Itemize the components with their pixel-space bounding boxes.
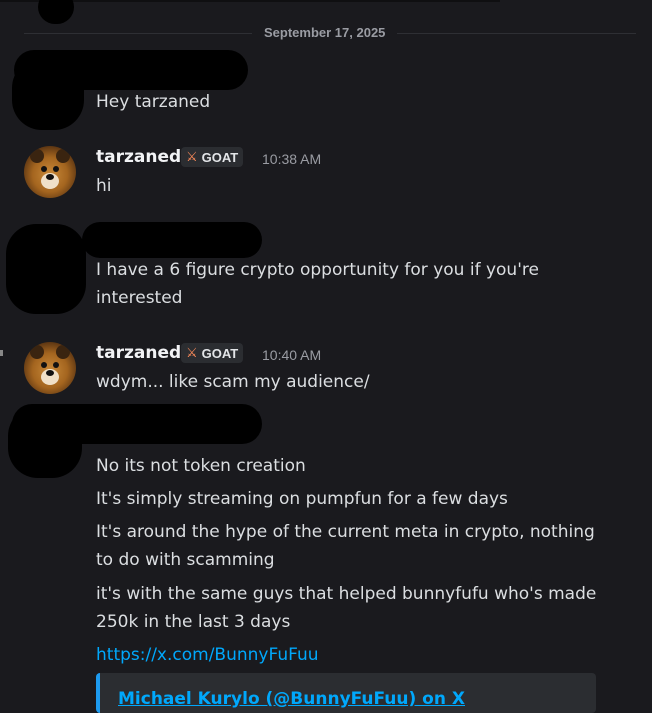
embed-title[interactable]: Michael Kurylo (@BunnyFuFuu) on X <box>118 689 465 709</box>
redacted-area <box>38 0 74 24</box>
avatar[interactable] <box>24 342 76 394</box>
message-text: 250k in the last 3 days <box>96 612 291 632</box>
redacted-area <box>12 58 84 130</box>
avatar-ear <box>30 345 44 359</box>
message-text: it's with the same guys that helped bunn… <box>96 584 597 604</box>
message-link[interactable]: https://x.com/BunnyFuFuu <box>96 645 319 665</box>
badge-label: GOAT <box>201 149 239 165</box>
message-text: to do with scamming <box>96 550 275 570</box>
avatar-ear <box>30 149 44 163</box>
role-badge[interactable]: ⚔ GOAT <box>181 343 244 363</box>
link-embed[interactable]: Michael Kurylo (@BunnyFuFuu) on X <box>96 673 596 713</box>
sword-icon: ⚔ <box>186 149 198 165</box>
author-name[interactable]: tarzaned <box>96 343 181 363</box>
avatar-nose <box>46 370 54 376</box>
avatar-eye <box>41 362 47 368</box>
avatar-ear <box>56 149 70 163</box>
message-text: It's around the hype of the current meta… <box>96 522 595 542</box>
avatar-eye <box>41 166 47 172</box>
avatar-eye <box>53 362 59 368</box>
message-text: It's simply streaming on pumpfun for a f… <box>96 489 508 509</box>
sword-icon: ⚔ <box>186 345 198 361</box>
message-text: No its not token creation <box>96 456 306 476</box>
unread-marker <box>0 350 3 356</box>
redacted-area <box>82 222 262 258</box>
message-text: Hey tarzaned <box>96 92 211 112</box>
message-text: interested <box>96 288 183 308</box>
message-timestamp[interactable]: 10:40 AM <box>262 347 321 363</box>
message-text: wdym... like scam my audience/ <box>96 372 370 392</box>
role-badge[interactable]: ⚔ GOAT <box>181 147 244 167</box>
avatar-ear <box>56 345 70 359</box>
redacted-area <box>8 406 82 478</box>
avatar[interactable] <box>24 146 76 198</box>
avatar-eye <box>53 166 59 172</box>
top-border <box>0 0 500 2</box>
redacted-area <box>6 224 86 314</box>
avatar-nose <box>46 174 54 180</box>
message-text: hi <box>96 176 112 196</box>
message-text: I have a 6 figure crypto opportunity for… <box>96 260 539 280</box>
message-timestamp[interactable]: 10:38 AM <box>262 151 321 167</box>
author-name[interactable]: tarzaned <box>96 147 181 167</box>
date-divider: September 17, 2025 <box>252 25 398 40</box>
badge-label: GOAT <box>201 345 239 361</box>
chat-panel: September 17, 2025 Hey tarzaned tarzaned… <box>0 0 652 713</box>
